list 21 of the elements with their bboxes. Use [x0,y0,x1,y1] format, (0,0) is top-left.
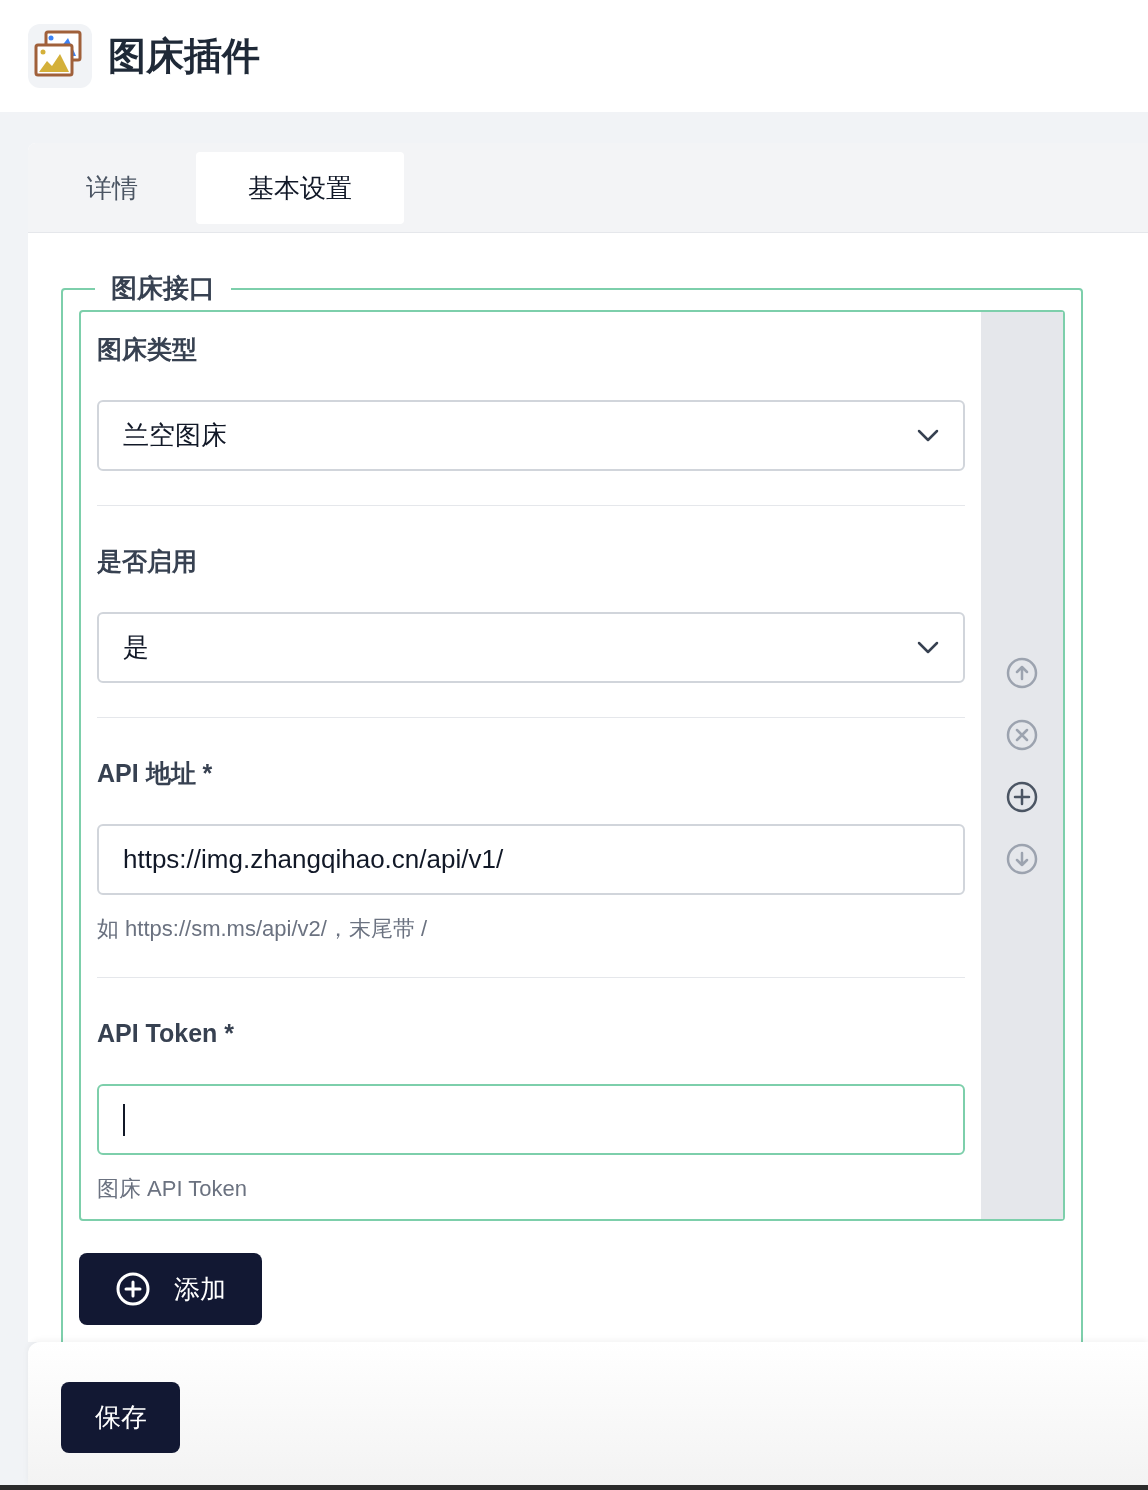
page-title: 图床插件 [108,33,260,79]
input-field[interactable]: https://img.zhangqihao.cn/api/v1/ [97,824,965,895]
plus-circle-icon[interactable] [1006,780,1038,813]
plus-circle-icon [115,1272,150,1306]
tab[interactable]: 基本设置 [196,152,404,224]
input-field[interactable] [97,1084,965,1155]
app-logo-icon [28,24,92,88]
field-label: API 地址 * [97,758,214,788]
tab[interactable]: 详情 [32,152,192,224]
chevron-down-icon [917,640,939,655]
help-text: 如 https://sm.ms/api/v2/，末尾带 / [97,915,429,943]
group-legend: 图床接口 [95,269,231,308]
select-field[interactable]: 是 [97,612,965,683]
field-label: 是否启用 [97,546,198,576]
field-label: 图床类型 [97,334,198,364]
help-text: 图床 API Token [97,1175,248,1203]
add-button[interactable]: 添加 [79,1253,262,1325]
select-field[interactable]: 兰空图床 [97,400,965,471]
chevron-down-icon [917,428,939,443]
save-button[interactable]: 保存 [61,1382,180,1453]
field-label: API Token * [97,1018,236,1048]
